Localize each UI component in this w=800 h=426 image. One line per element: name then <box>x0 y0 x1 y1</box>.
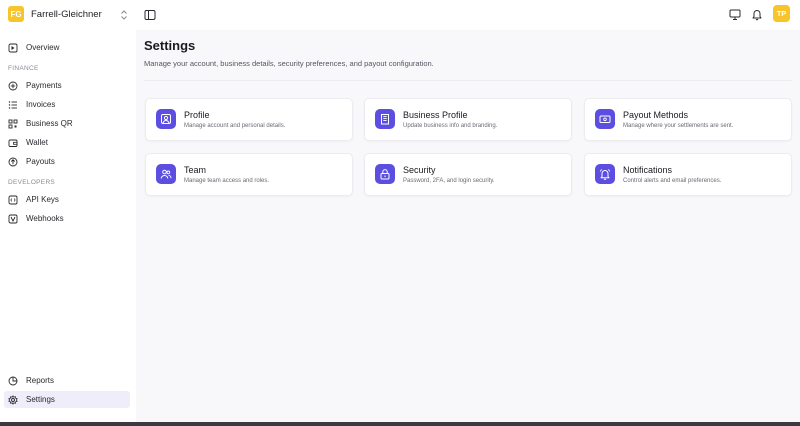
sidebar-item-reports[interactable]: Reports <box>4 372 130 389</box>
card-title: Payout Methods <box>623 110 689 120</box>
card-description: Manage account and personal details. <box>184 123 286 129</box>
wallet-icon <box>8 139 18 147</box>
sidebar-item-label: Invoices <box>26 100 56 109</box>
sidebar-item-label: Payouts <box>26 157 55 166</box>
card-title: Team <box>184 165 207 175</box>
card-description: Manage where your settlements are sent. <box>623 123 734 129</box>
lock-icon <box>375 164 395 184</box>
api-keys-icon <box>8 195 18 204</box>
monitor-icon[interactable] <box>729 8 741 21</box>
sidebar-item-label: API Keys <box>26 195 59 204</box>
building-icon <box>375 109 395 129</box>
card-description: Password, 2FA, and login security. <box>403 178 495 184</box>
sidebar-item-business-qr[interactable]: Business QR <box>4 115 130 132</box>
team-icon <box>156 164 176 184</box>
settings-card-notifications[interactable]: Notifications Control alerts and email p… <box>584 153 792 196</box>
section-label-finance: FINANCE <box>8 65 39 72</box>
card-description: Control alerts and email preferences. <box>623 178 722 184</box>
settings-card-business-profile[interactable]: Business Profile Update business info an… <box>364 98 572 141</box>
sidebar: Overview FINANCE Payments Invoices Busin… <box>0 30 136 426</box>
card-title: Notifications <box>623 165 673 175</box>
settings-card-profile[interactable]: Profile Manage account and personal deta… <box>145 98 353 141</box>
workspace-logo: FG <box>8 6 24 22</box>
settings-card-payout-methods[interactable]: Payout Methods Manage where your settlem… <box>584 98 792 141</box>
page-subtitle: Manage your account, business details, s… <box>144 59 434 68</box>
profile-icon <box>156 109 176 129</box>
chevron-updown-icon[interactable] <box>120 9 128 21</box>
bell-icon[interactable] <box>751 8 763 21</box>
sidebar-item-label: Business QR <box>26 119 73 128</box>
sidebar-toggle-icon[interactable] <box>144 9 156 21</box>
card-description: Manage team access and roles. <box>184 178 270 184</box>
sidebar-item-label: Overview <box>26 43 60 52</box>
workspace-switcher[interactable]: FG Farrell-Gleichner <box>8 5 102 23</box>
card-title: Security <box>403 165 436 175</box>
sidebar-item-label: Reports <box>26 376 55 385</box>
user-avatar[interactable]: TP <box>773 5 790 22</box>
section-label-developers: DEVELOPERS <box>8 179 56 186</box>
bell-icon <box>595 164 615 184</box>
sidebar-item-invoices[interactable]: Invoices <box>4 96 130 113</box>
payments-icon <box>8 81 18 90</box>
card-description: Update business info and branding. <box>403 123 498 129</box>
sidebar-item-wallet[interactable]: Wallet <box>4 134 130 151</box>
sidebar-item-label: Payments <box>26 81 62 90</box>
sidebar-item-label: Settings <box>26 395 55 404</box>
webhooks-icon <box>8 214 18 223</box>
top-bar: FG Farrell-Gleichner TP <box>0 0 800 30</box>
settings-icon <box>8 394 18 405</box>
overview-icon <box>8 43 18 52</box>
sidebar-item-overview[interactable]: Overview <box>4 39 130 56</box>
sidebar-item-webhooks[interactable]: Webhooks <box>4 210 130 227</box>
sidebar-item-label: Wallet <box>26 138 48 147</box>
card-title: Profile <box>184 110 210 120</box>
window-bottom-edge <box>0 422 800 426</box>
settings-card-team[interactable]: Team Manage team access and roles. <box>145 153 353 196</box>
workspace-name: Farrell-Gleichner <box>31 8 102 20</box>
sidebar-item-settings[interactable]: Settings <box>4 391 130 408</box>
sidebar-item-api-keys[interactable]: API Keys <box>4 191 130 208</box>
payout-method-icon <box>595 109 615 129</box>
sidebar-item-payments[interactable]: Payments <box>4 77 130 94</box>
card-title: Business Profile <box>403 110 468 120</box>
page-title: Settings <box>144 38 196 53</box>
sidebar-item-label: Webhooks <box>26 214 64 223</box>
divider <box>144 80 792 81</box>
payouts-icon <box>8 157 18 166</box>
settings-card-security[interactable]: Security Password, 2FA, and login securi… <box>364 153 572 196</box>
qr-icon <box>8 119 18 128</box>
reports-icon <box>8 376 18 385</box>
invoices-icon <box>8 100 17 109</box>
sidebar-item-payouts[interactable]: Payouts <box>4 153 130 170</box>
